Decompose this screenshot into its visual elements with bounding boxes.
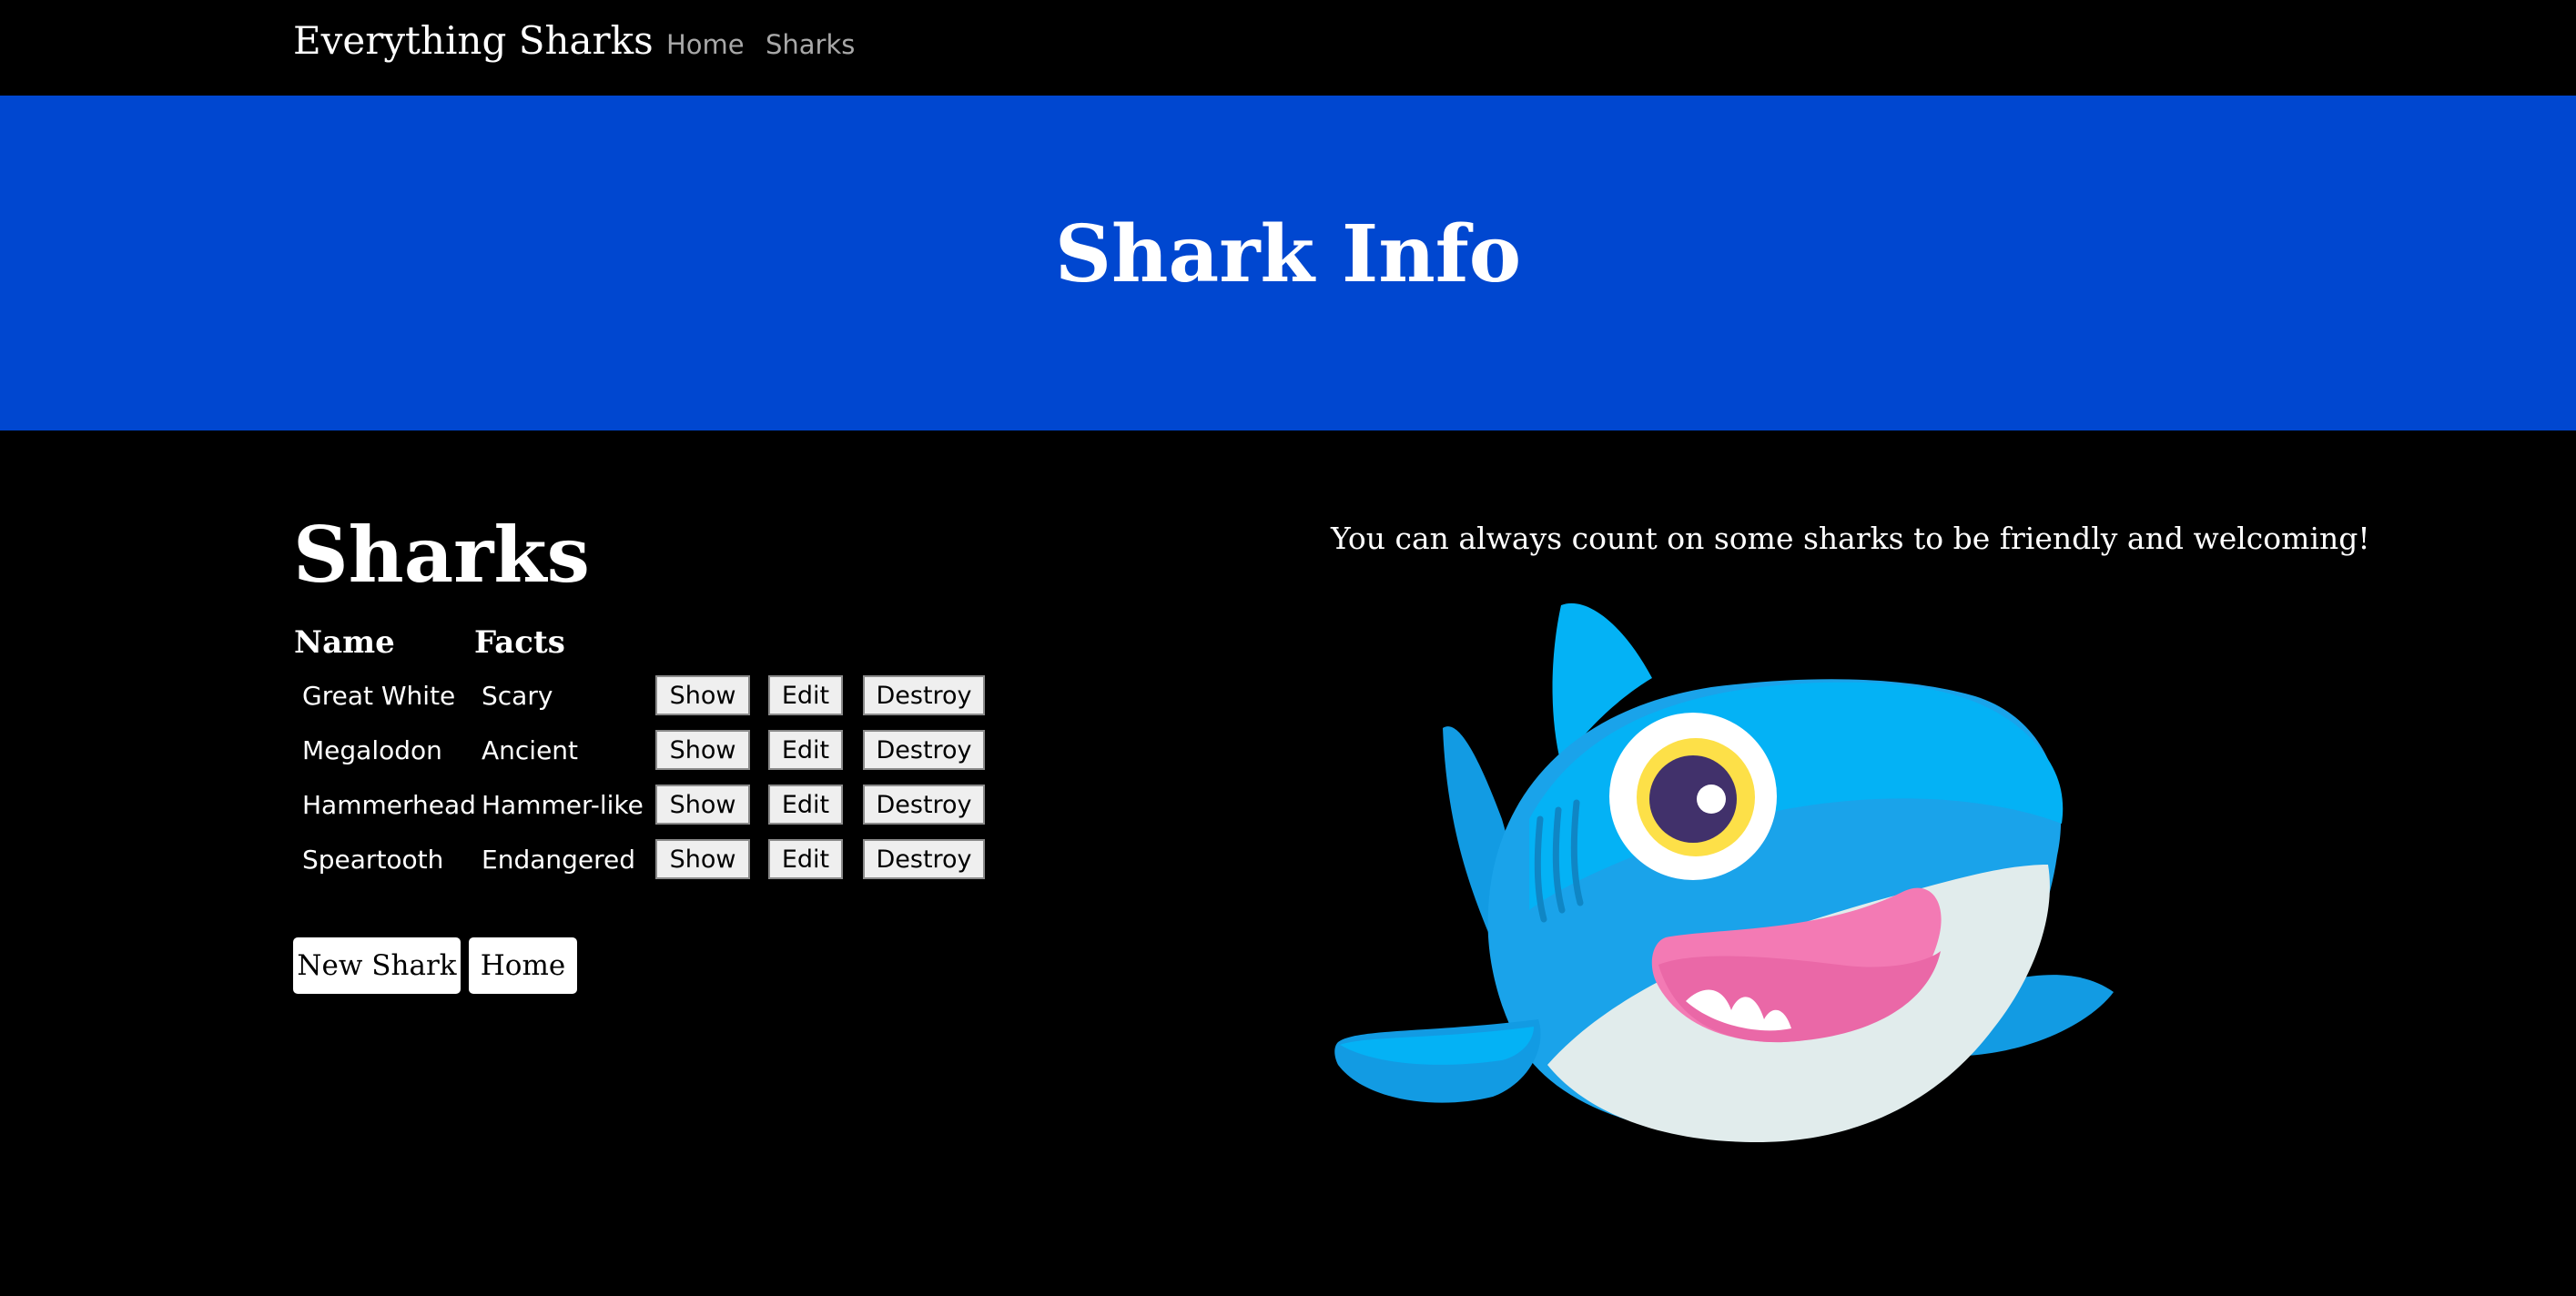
top-navbar: Everything Sharks Home Sharks (0, 0, 2576, 96)
shark-illustration (1334, 602, 2114, 1142)
shark-fact: Endangered (482, 845, 636, 875)
destroy-button[interactable]: Destroy (863, 839, 985, 879)
shark-fact: Scary (482, 681, 553, 711)
show-button[interactable]: Show (655, 675, 750, 715)
edit-button[interactable]: Edit (768, 839, 843, 879)
show-button[interactable]: Show (655, 785, 750, 825)
home-button[interactable]: Home (469, 937, 577, 994)
sharks-heading: Sharks (293, 510, 590, 600)
shark-fact: Ancient (482, 735, 579, 765)
brand-link[interactable]: Everything Sharks (293, 18, 654, 63)
column-header-name: Name (294, 624, 395, 661)
new-shark-button[interactable]: New Shark (293, 937, 461, 994)
table-row: Hammerhead Hammer-like Show Edit Destroy (0, 785, 1092, 826)
table-row: Megalodon Ancient Show Edit Destroy (0, 730, 1092, 772)
nav-link-home[interactable]: Home (666, 29, 745, 60)
hero-banner: Shark Info (0, 96, 2576, 430)
destroy-button[interactable]: Destroy (863, 785, 985, 825)
shark-name: Speartooth (302, 845, 444, 875)
edit-button[interactable]: Edit (768, 730, 843, 770)
show-button[interactable]: Show (655, 730, 750, 770)
shark-fact: Hammer-like (482, 790, 644, 820)
tagline: You can always count on some sharks to b… (1331, 521, 2370, 556)
column-header-facts: Facts (474, 624, 565, 661)
nav-link-sharks[interactable]: Sharks (766, 29, 855, 60)
shark-name: Megalodon (302, 735, 442, 765)
table-row: Great White Scary Show Edit Destroy (0, 675, 1092, 717)
edit-button[interactable]: Edit (768, 675, 843, 715)
edit-button[interactable]: Edit (768, 785, 843, 825)
page-title: Shark Info (1054, 208, 1522, 300)
table-row: Speartooth Endangered Show Edit Destroy (0, 839, 1092, 881)
shark-name: Great White (302, 681, 456, 711)
destroy-button[interactable]: Destroy (863, 675, 985, 715)
shark-name: Hammerhead (302, 790, 476, 820)
destroy-button[interactable]: Destroy (863, 730, 985, 770)
eye-icon (1609, 713, 1777, 880)
show-button[interactable]: Show (655, 839, 750, 879)
